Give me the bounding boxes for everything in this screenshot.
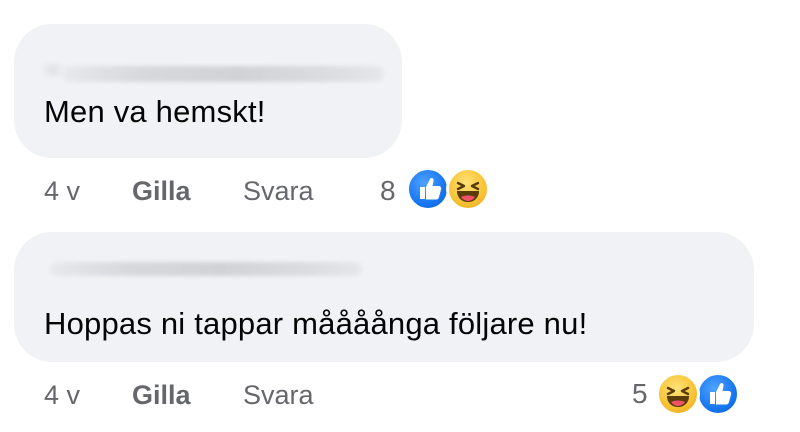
reply-button[interactable]: Svara: [243, 176, 314, 207]
comment-timestamp[interactable]: 4 v: [44, 380, 80, 411]
comment-bubble: Hoppas ni tappar måååånga följare nu!: [14, 232, 754, 362]
commenter-name-redacted-shadow: [42, 64, 64, 76]
comment-text: Hoppas ni tappar måååånga följare nu!: [44, 306, 588, 341]
like-icon[interactable]: [696, 372, 740, 416]
commenter-name-redacted: [50, 262, 362, 276]
commenter-name-redacted: [62, 66, 384, 82]
haha-icon[interactable]: [446, 167, 490, 211]
comment-bubble: Men va hemskt!: [14, 24, 402, 158]
comment-text: Men va hemskt!: [44, 94, 266, 129]
reaction-count[interactable]: 5: [632, 378, 648, 410]
like-button[interactable]: Gilla: [132, 380, 191, 411]
haha-icon[interactable]: [656, 372, 700, 416]
comment-timestamp[interactable]: 4 v: [44, 176, 80, 207]
like-icon[interactable]: [406, 167, 450, 211]
like-button[interactable]: Gilla: [132, 176, 191, 207]
reply-button[interactable]: Svara: [243, 380, 314, 411]
reaction-count[interactable]: 8: [380, 175, 396, 207]
